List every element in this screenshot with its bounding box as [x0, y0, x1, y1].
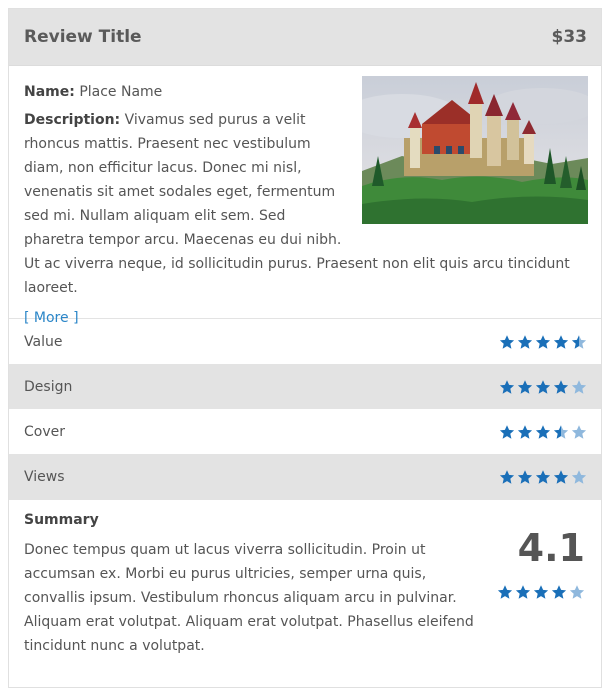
- name-line: Name: Place Name: [24, 80, 589, 104]
- summary-title: Summary: [24, 512, 99, 528]
- star-icon: [551, 584, 567, 600]
- star-icon: [535, 334, 551, 350]
- star-icon: [517, 424, 533, 440]
- name-label: Name:: [24, 84, 75, 100]
- star-icon: [499, 379, 515, 395]
- star-rating: [499, 469, 587, 485]
- description-block: Name: Place Name Description: Vivamus se…: [24, 80, 589, 330]
- rating-row-views: Views: [9, 454, 601, 499]
- star-icon: [571, 424, 587, 440]
- star-icon: [569, 584, 585, 600]
- rating-label: Value: [24, 333, 63, 350]
- star-icon: [571, 379, 587, 395]
- description-label: Description:: [24, 112, 121, 128]
- star-rating: [499, 334, 587, 350]
- review-title: Review Title: [24, 27, 142, 47]
- star-icon: [499, 424, 515, 440]
- star-icon: [499, 334, 515, 350]
- star-icon: [571, 469, 587, 485]
- star-rating: [499, 379, 587, 395]
- star-icon: [535, 424, 551, 440]
- rating-label: Views: [24, 468, 65, 485]
- description-line: Description: Vivamus sed purus a velit r…: [24, 108, 589, 300]
- star-icon: [517, 334, 533, 350]
- star-icon: [535, 379, 551, 395]
- description-text: Vivamus sed purus a velit rhoncus mattis…: [24, 112, 570, 296]
- star-icon: [553, 334, 569, 350]
- star-rating: [499, 424, 587, 440]
- star-icon: [517, 379, 533, 395]
- review-card: Review Title $33 Name: Place Name Descri…: [8, 8, 602, 688]
- star-icon: [553, 379, 569, 395]
- star-icon: [535, 469, 551, 485]
- rating-label: Cover: [24, 423, 65, 440]
- star-icon: [571, 334, 587, 350]
- star-icon: [517, 469, 533, 485]
- more-link[interactable]: [ More ]: [24, 306, 589, 330]
- star-icon: [533, 584, 549, 600]
- summary-text: Donec tempus quam ut lacus viverra solli…: [24, 542, 474, 654]
- star-icon: [515, 584, 531, 600]
- review-info: Name: Place Name Description: Vivamus se…: [9, 66, 601, 326]
- ratings-list: Value Design Cover Views: [9, 319, 601, 499]
- rating-row-design: Design: [9, 364, 601, 409]
- review-price: $33: [551, 27, 588, 47]
- star-icon: [499, 469, 515, 485]
- overall-star-rating: [497, 584, 585, 600]
- summary-section: Summary Donec tempus quam ut lacus viver…: [9, 499, 601, 680]
- review-header: Review Title $33: [9, 9, 601, 66]
- star-icon: [497, 584, 513, 600]
- star-icon: [553, 424, 569, 440]
- rating-row-cover: Cover: [9, 409, 601, 454]
- rating-label: Design: [24, 378, 73, 395]
- star-icon: [553, 469, 569, 485]
- overall-score: 4.1: [517, 526, 585, 570]
- name-value: Place Name: [79, 84, 163, 100]
